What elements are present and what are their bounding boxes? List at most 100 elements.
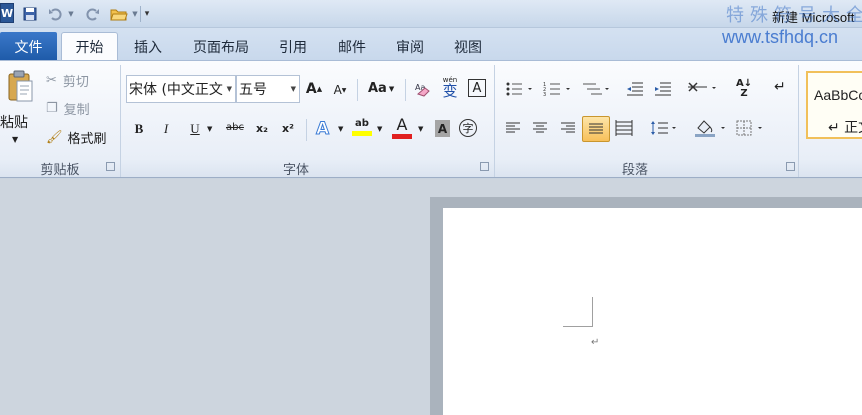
grow-font-button[interactable]: A ▲ bbox=[306, 81, 322, 97]
font-size-combo[interactable]: 五号 ▼ bbox=[236, 75, 300, 103]
highlight-button[interactable]: ab bbox=[352, 119, 372, 136]
superscript-button[interactable]: x² bbox=[282, 122, 294, 135]
character-shading-icon: A bbox=[437, 121, 448, 136]
tab-home[interactable]: 开始 bbox=[61, 32, 118, 61]
font-dialog-launcher[interactable] bbox=[480, 162, 489, 171]
font-name-dropdown-icon: ▼ bbox=[226, 85, 232, 93]
group-divider bbox=[494, 65, 495, 177]
show-paragraph-marks-button[interactable]: ↵ bbox=[774, 79, 786, 95]
cut-label: 剪切 bbox=[62, 75, 89, 90]
character-border-button[interactable]: A bbox=[468, 79, 486, 97]
tab-references[interactable]: 引用 bbox=[269, 32, 317, 61]
font-color-button[interactable]: A bbox=[392, 117, 412, 139]
phonetic-guide-char: 变 bbox=[442, 82, 458, 100]
copy-button[interactable]: ❐ 复制 bbox=[46, 99, 90, 118]
italic-button[interactable]: I bbox=[159, 121, 173, 137]
tab-page-layout[interactable]: 页面布局 bbox=[183, 32, 259, 61]
text-effects-button[interactable]: A bbox=[315, 119, 329, 140]
tab-file[interactable]: 文件 bbox=[0, 32, 57, 61]
font-divider bbox=[405, 79, 406, 101]
underline-icon: U bbox=[190, 121, 200, 136]
copy-label: 复制 bbox=[63, 103, 90, 118]
font-size-value: 五号 bbox=[239, 82, 267, 98]
paintbrush-icon: 🖌 bbox=[46, 130, 63, 145]
open-button[interactable] bbox=[108, 4, 130, 24]
multilevel-list-button[interactable] bbox=[582, 81, 612, 97]
undo-button[interactable] bbox=[46, 4, 64, 24]
sort-button[interactable]: A↓ Z bbox=[736, 79, 752, 99]
phonetic-guide-button[interactable]: wén 变 bbox=[440, 77, 460, 99]
font-divider bbox=[306, 119, 307, 141]
highlight-dropdown[interactable]: ▼ bbox=[377, 125, 382, 133]
font-color-icon: A bbox=[396, 115, 408, 134]
paragraph-mark: ↵ bbox=[591, 337, 600, 348]
font-size-dropdown-icon: ▼ bbox=[290, 85, 296, 93]
increase-indent-button[interactable] bbox=[654, 81, 672, 97]
text-effects-dropdown[interactable]: ▼ bbox=[338, 125, 343, 133]
copy-icon: ❐ bbox=[46, 101, 58, 116]
enclose-characters-icon: 字 bbox=[462, 122, 474, 135]
align-center-button[interactable] bbox=[532, 121, 548, 135]
paragraph-mark-icon: ↵ bbox=[774, 79, 786, 95]
font-name-value: 宋体 (中文正文 bbox=[129, 82, 223, 98]
font-group-label: 字体 bbox=[282, 163, 309, 178]
undo-icon bbox=[49, 8, 62, 21]
style-name-label: ↵ 正文 bbox=[828, 120, 862, 136]
shading-button[interactable] bbox=[694, 118, 730, 138]
customize-qat-button[interactable]: ▾ bbox=[141, 4, 153, 24]
tab-view[interactable]: 视图 bbox=[444, 32, 492, 61]
line-spacing-button[interactable] bbox=[650, 119, 680, 137]
style-normal-tile[interactable]: AaBbCc ↵ 正文 bbox=[806, 71, 862, 139]
font-color-swatch bbox=[392, 134, 412, 139]
justify-button[interactable] bbox=[582, 116, 610, 142]
strikethrough-button[interactable]: abc bbox=[226, 122, 244, 133]
bullets-button[interactable] bbox=[505, 81, 535, 97]
change-case-button[interactable]: Aa ▼ bbox=[368, 81, 394, 96]
decrease-indent-button[interactable] bbox=[626, 81, 644, 97]
open-dropdown[interactable]: ▼ bbox=[130, 4, 140, 24]
paste-icon[interactable] bbox=[6, 69, 34, 103]
document-page[interactable] bbox=[443, 208, 862, 415]
highlight-icon: ab bbox=[355, 118, 369, 129]
watermark-line-1: 特殊符号大全 bbox=[726, 5, 862, 26]
shrink-font-button[interactable]: A ▼ bbox=[332, 83, 348, 97]
highlight-color-swatch bbox=[352, 131, 372, 136]
document-canvas bbox=[0, 179, 862, 415]
redo-button[interactable] bbox=[84, 4, 102, 24]
underline-dropdown[interactable]: ▼ bbox=[207, 125, 212, 133]
character-border-icon: A bbox=[472, 80, 482, 96]
format-painter-button[interactable]: 🖌 格式刷 bbox=[46, 128, 107, 147]
character-shading-button[interactable]: A bbox=[435, 120, 450, 137]
group-divider bbox=[798, 65, 799, 177]
align-right-button[interactable] bbox=[560, 121, 576, 135]
paste-button[interactable]: 粘贴 bbox=[0, 112, 28, 132]
font-color-dropdown[interactable]: ▼ bbox=[418, 125, 423, 133]
grow-font-icon: A bbox=[305, 81, 317, 97]
justify-icon bbox=[589, 123, 603, 134]
word-app-icon[interactable]: W bbox=[0, 3, 14, 23]
undo-dropdown[interactable]: ▼ bbox=[66, 4, 76, 24]
cut-button[interactable]: ✂ 剪切 bbox=[46, 71, 89, 90]
paragraph-dialog-launcher[interactable] bbox=[786, 162, 795, 171]
clear-formatting-button[interactable]: Aa bbox=[413, 79, 433, 97]
watermark-line-2: www.tsfhdq.cn bbox=[722, 27, 839, 47]
font-name-combo[interactable]: 宋体 (中文正文 ▼ bbox=[126, 75, 236, 103]
format-painter-label: 格式刷 bbox=[67, 132, 107, 147]
tab-mailings[interactable]: 邮件 bbox=[328, 32, 376, 61]
paste-dropdown[interactable]: ▼ bbox=[12, 135, 18, 144]
subscript-button[interactable]: x₂ bbox=[256, 122, 268, 135]
chinese-layout-button[interactable] bbox=[687, 79, 719, 97]
borders-button[interactable] bbox=[736, 120, 768, 136]
tab-insert[interactable]: 插入 bbox=[124, 32, 172, 61]
save-button[interactable] bbox=[20, 4, 40, 24]
save-icon bbox=[23, 7, 37, 21]
style-sample-text: AaBbCc bbox=[814, 87, 862, 103]
tab-review[interactable]: 审阅 bbox=[386, 32, 434, 61]
align-left-button[interactable] bbox=[505, 121, 521, 135]
distributed-button[interactable] bbox=[615, 119, 633, 137]
numbering-button[interactable]: 123 bbox=[543, 81, 573, 97]
clipboard-dialog-launcher[interactable] bbox=[106, 162, 115, 171]
enclose-characters-button[interactable]: 字 bbox=[459, 119, 477, 137]
bold-button[interactable]: B bbox=[132, 121, 146, 137]
underline-button[interactable]: U bbox=[186, 121, 204, 137]
